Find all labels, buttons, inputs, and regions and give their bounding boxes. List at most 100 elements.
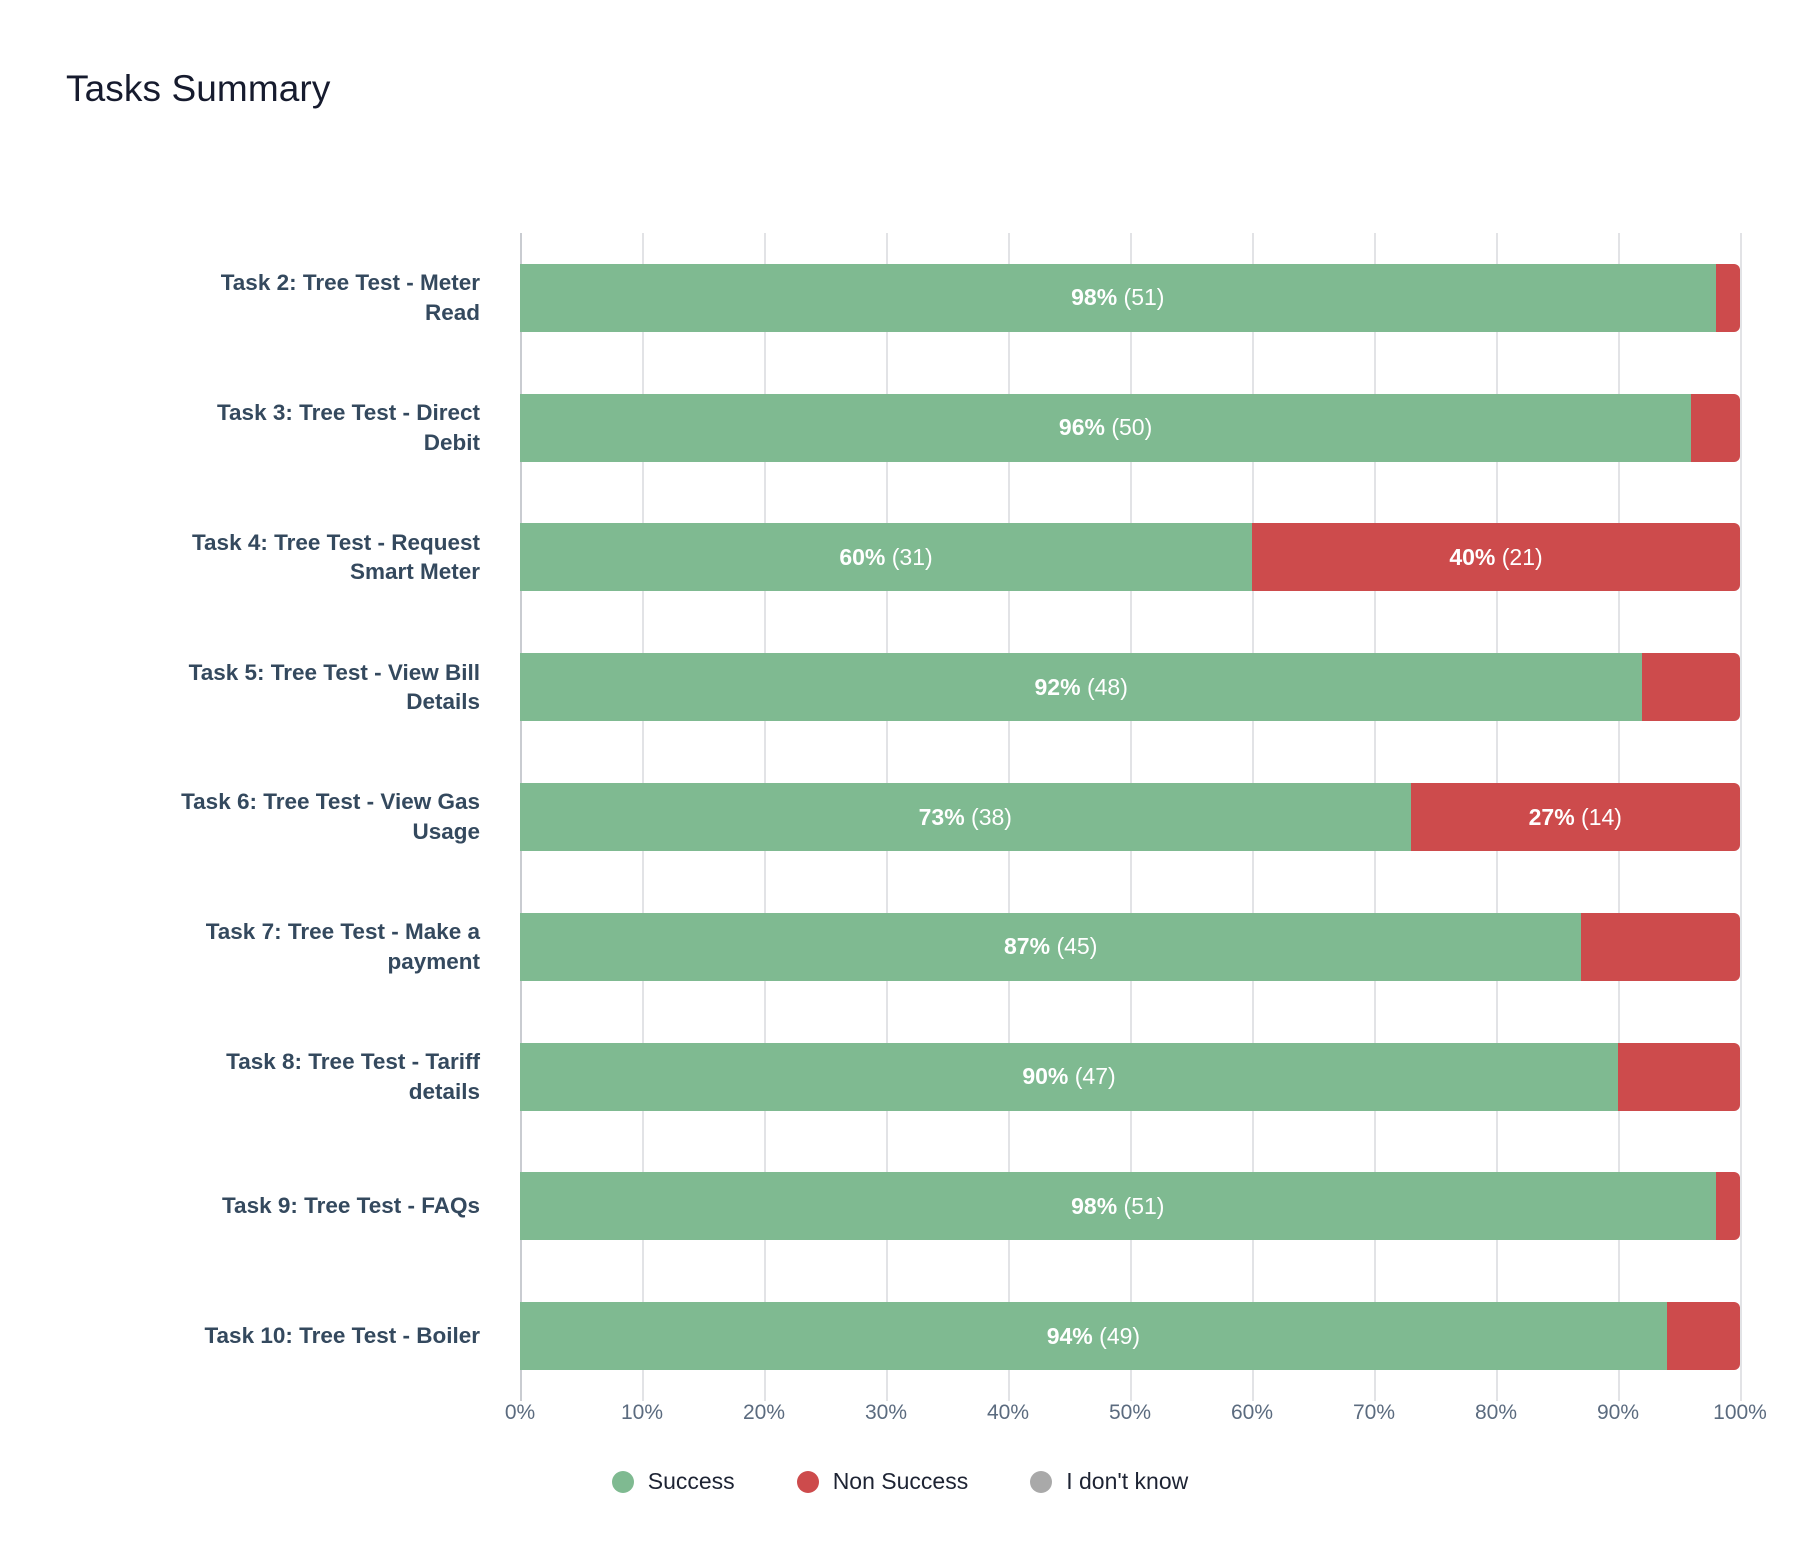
bar-row[interactable]: 98% (51) <box>520 263 1740 332</box>
x-axis-tick-label: 70% <box>1352 1401 1396 1424</box>
category-label: Task 6: Tree Test - View Gas Usage <box>80 783 500 851</box>
bar-segment-success[interactable]: 98% (51) <box>520 1172 1716 1241</box>
category-label-column: Task 2: Tree Test - Meter Read Task 3: Tre… <box>80 233 500 1401</box>
bar-percent: 98% <box>1071 1192 1118 1219</box>
category-label-text: Task 2: Tree Test - Meter Read <box>220 270 480 325</box>
category-label-text: Task 7: Tree Test - Make a payment <box>205 919 480 974</box>
gridline <box>1740 233 1742 1401</box>
x-axis-tick-label: 10% <box>620 1401 664 1424</box>
bar-count: (48) <box>1080 673 1128 700</box>
legend-swatch-icon <box>1030 1470 1053 1493</box>
bar-percent: 27% <box>1528 803 1575 830</box>
bar-segment-nonsuccess[interactable] <box>1691 393 1740 462</box>
bar-segment-success[interactable]: 87% (45) <box>520 912 1582 981</box>
bar-segment-nonsuccess[interactable]: 40% (21) <box>1252 523 1740 592</box>
bar-segment-value-label: 73% (38) <box>918 803 1012 830</box>
category-label-text: Task 6: Tree Test - View Gas Usage <box>181 789 480 844</box>
category-label: Task 10: Tree Test - Boiler <box>80 1302 500 1370</box>
bar-segment-success[interactable]: 60% (31) <box>520 523 1252 592</box>
x-axis-tick-label: 80% <box>1474 1401 1518 1424</box>
bar-segment-success[interactable]: 90% (47) <box>520 1042 1618 1111</box>
bar-row[interactable]: 98% (51) <box>520 1172 1740 1241</box>
bar-segment-success[interactable]: 98% (51) <box>520 263 1716 332</box>
bar-count: (14) <box>1574 803 1622 830</box>
x-axis-tick-label: 40% <box>986 1401 1030 1424</box>
chart-legend: Success Non Success I don't know <box>0 1468 1800 1495</box>
legend-label: Non Success <box>832 1468 969 1494</box>
bar-count: (47) <box>1068 1063 1116 1090</box>
bar-segment-success[interactable]: 73% (38) <box>520 783 1411 851</box>
legend-swatch-icon <box>611 1470 634 1493</box>
category-label-text: Task 10: Tree Test - Boiler <box>204 1323 480 1349</box>
bar-percent: 94% <box>1046 1322 1093 1349</box>
bar-row[interactable]: 94% (49) <box>520 1302 1740 1371</box>
category-label-text: Task 8: Tree Test - Tariff details <box>226 1048 480 1104</box>
x-axis-tick-label: 0% <box>504 1401 536 1424</box>
bar-segment-nonsuccess[interactable] <box>1618 1042 1740 1111</box>
bar-segment-success[interactable]: 92% (48) <box>520 653 1643 722</box>
bar-segment-nonsuccess[interactable] <box>1666 1302 1740 1371</box>
category-label-text: Task 4: Tree Test - Request Smart Meter <box>191 529 480 585</box>
legend-swatch-icon <box>796 1470 819 1493</box>
x-axis-tick-label: 30% <box>864 1401 908 1424</box>
bar-count: (49) <box>1092 1322 1141 1349</box>
x-axis-tick-label: 100% <box>1713 1401 1767 1424</box>
legend-label: Success <box>647 1468 735 1494</box>
category-label: Task 3: Tree Test - Direct Debit <box>80 394 500 462</box>
bar-segment-nonsuccess[interactable] <box>1715 1172 1740 1241</box>
bar-count: (31) <box>885 543 933 570</box>
chart-page: Tasks Summary Task 2: Tree Test - Meter R… <box>0 0 1800 1568</box>
legend-item-success[interactable]: Success <box>611 1468 735 1495</box>
bar-segment-value-label: 27% (14) <box>1528 803 1622 830</box>
bar-percent: 90% <box>1022 1063 1069 1090</box>
category-label: Task 9: Tree Test - FAQs <box>80 1172 500 1240</box>
category-label: Task 5: Tree Test - View Bill Details <box>80 653 500 721</box>
x-axis-tick-label: 90% <box>1596 1401 1640 1424</box>
bar-percent: 87% <box>1004 933 1051 960</box>
bar-percent: 92% <box>1034 673 1081 700</box>
plot-area: 98% (51) 96% (50) 60% (31) 40% (21) 92% (48)… <box>520 233 1742 1401</box>
x-axis-tick-label: 50% <box>1108 1401 1152 1424</box>
bar-count: (51) <box>1117 284 1165 311</box>
bar-segment-value-label: 92% (48) <box>1034 673 1128 700</box>
bar-row[interactable]: 87% (45) <box>520 912 1740 981</box>
bar-count: (38) <box>964 803 1012 830</box>
bar-rows: 98% (51) 96% (50) 60% (31) 40% (21) 92% (48)… <box>520 233 1740 1401</box>
bar-percent: 60% <box>839 543 886 570</box>
bar-percent: 73% <box>918 803 965 830</box>
bar-segment-value-label: 96% (50) <box>1059 416 1152 439</box>
bar-row[interactable]: 60% (31) 40% (21) <box>520 523 1740 592</box>
bar-segment-nonsuccess[interactable]: 27% (14) <box>1410 783 1740 851</box>
bar-segment-value-label: 90% (47) <box>1022 1065 1115 1088</box>
legend-item-non_success[interactable]: Non Success <box>796 1468 969 1495</box>
x-axis-tick-label: 60% <box>1230 1401 1274 1424</box>
bar-count: (50) <box>1104 414 1153 441</box>
x-axis: 0% 10% 20% 30% 40% 50% 60% 70% 80% 90% 100% <box>505 1401 1767 1441</box>
bar-row[interactable]: 96% (50) <box>520 393 1740 462</box>
bar-segment-value-label: 98% (51) <box>1071 1192 1165 1219</box>
category-label: Task 2: Tree Test - Meter Read <box>80 264 500 332</box>
bar-row[interactable]: 73% (38) 27% (14) <box>520 783 1740 851</box>
bar-segment-value-label: 60% (31) <box>839 543 933 570</box>
bar-segment-success[interactable]: 94% (49) <box>520 1302 1667 1371</box>
bar-percent: 96% <box>1058 414 1105 441</box>
bar-segment-nonsuccess[interactable] <box>1581 912 1740 981</box>
bar-segment-nonsuccess[interactable] <box>1715 263 1740 332</box>
category-label: Task 4: Tree Test - Request Smart Meter <box>80 523 500 591</box>
bar-row[interactable]: 92% (48) <box>520 653 1740 722</box>
category-label: Task 8: Tree Test - Tariff details <box>80 1043 500 1111</box>
bar-row[interactable]: 90% (47) <box>520 1042 1740 1111</box>
bar-segment-value-label: 87% (45) <box>1004 935 1097 958</box>
category-label-text: Task 3: Tree Test - Direct Debit <box>216 399 480 455</box>
legend-item-dont_know[interactable]: I don't know <box>1030 1468 1188 1495</box>
bar-count: (45) <box>1050 933 1098 960</box>
bar-count: (21) <box>1495 543 1543 570</box>
category-label-text: Task 9: Tree Test - FAQs <box>221 1193 480 1219</box>
bar-count: (51) <box>1117 1192 1165 1219</box>
category-label-text: Task 5: Tree Test - View Bill Details <box>188 659 480 715</box>
x-axis-tick-label: 20% <box>742 1401 786 1424</box>
bar-segment-nonsuccess[interactable] <box>1642 653 1740 722</box>
bar-segment-value-label: 94% (49) <box>1046 1322 1141 1349</box>
page-title: Tasks Summary <box>66 68 331 109</box>
bar-segment-success[interactable]: 96% (50) <box>520 393 1692 462</box>
